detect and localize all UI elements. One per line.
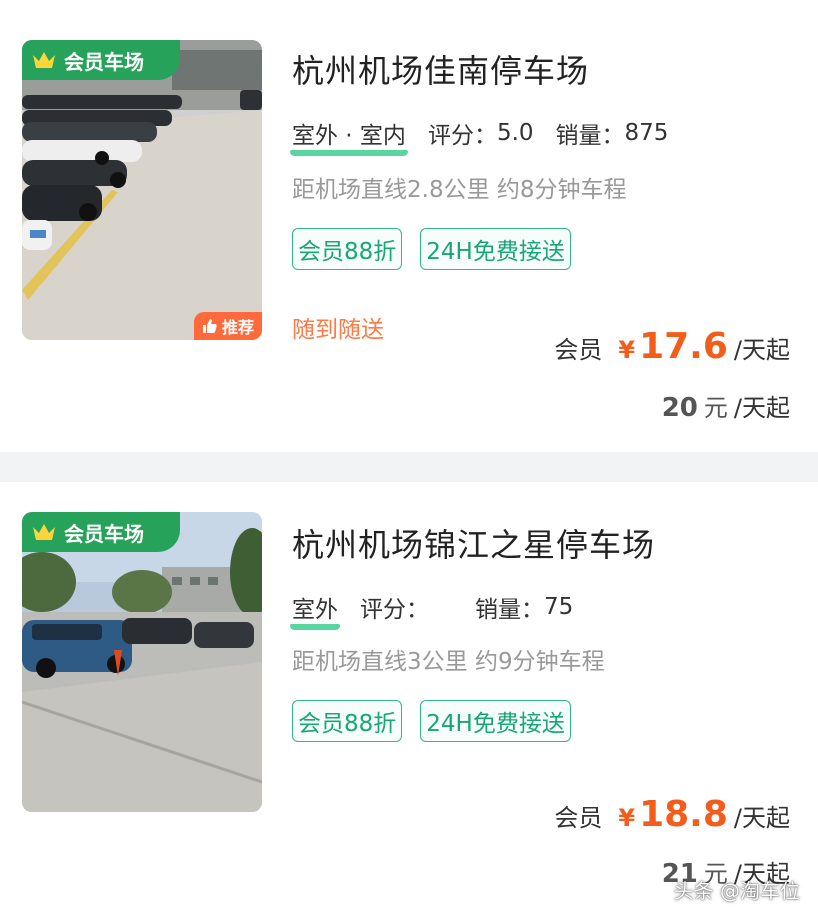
location-underline bbox=[290, 150, 408, 156]
member-lot-badge: 会员车场 bbox=[22, 40, 180, 80]
location-underline bbox=[290, 624, 340, 630]
crown-icon bbox=[32, 50, 56, 70]
location-type-label: 室外 · 室内 bbox=[292, 123, 406, 149]
parking-lot-title[interactable]: 杭州机场佳南停车场 bbox=[292, 46, 589, 92]
rating-label: 评分： bbox=[360, 597, 429, 623]
member-price-value: 17.6 bbox=[639, 326, 728, 367]
sales-value: 875 bbox=[624, 120, 669, 146]
rating-label: 评分： bbox=[427, 123, 497, 149]
parking-lot-meta: 室外 · 室内 评分： 5.0 销量： 875 bbox=[290, 116, 669, 156]
feature-tags: 会员88折 24H免费接送 bbox=[292, 700, 571, 742]
indoor-garage-photo bbox=[22, 40, 262, 340]
parking-lot-photo[interactable]: 会员车场 bbox=[22, 512, 262, 812]
recommend-badge: 推荐 bbox=[193, 312, 262, 340]
location-type: 室外 · 室内 bbox=[290, 116, 408, 156]
parking-lot-card[interactable]: 会员车场 推荐 杭州机场佳南停车场 室外 · 室内 评分： 5.0 销量： 87… bbox=[0, 0, 818, 452]
member-discount-tag: 会员88折 bbox=[292, 700, 403, 742]
rating-value: 5.0 bbox=[496, 120, 534, 146]
sales-label: 销量： bbox=[555, 123, 625, 149]
delivery-note: 随到随送 bbox=[292, 317, 384, 343]
parking-lot-title[interactable]: 杭州机场锦江之星停车场 bbox=[292, 520, 655, 566]
member-price: 会员 ¥ 18.8 /天起 bbox=[554, 794, 790, 835]
feature-tags: 会员88折 24H免费接送 bbox=[292, 228, 571, 270]
price-unit: /天起 bbox=[733, 804, 790, 832]
member-price-label: 会员 bbox=[554, 804, 603, 832]
sales-label: 销量： bbox=[475, 597, 544, 623]
standard-price: 20 元 /天起 bbox=[662, 388, 790, 423]
watermark: 头条 @淘车位 bbox=[673, 879, 800, 903]
member-price: 会员 ¥ 17.6 /天起 bbox=[554, 326, 790, 367]
parking-lot-photo[interactable]: 会员车场 推荐 bbox=[22, 40, 262, 340]
currency-symbol: ¥ bbox=[618, 336, 636, 364]
standard-price-unit: /天起 bbox=[733, 394, 790, 422]
sales-value: 75 bbox=[544, 594, 574, 620]
crown-icon bbox=[32, 522, 56, 542]
parking-lot-meta: 室外 评分： 销量： 75 bbox=[290, 590, 574, 630]
outdoor-lot-photo bbox=[22, 512, 262, 812]
currency-symbol: ¥ bbox=[618, 804, 636, 832]
member-lot-badge: 会员车场 bbox=[22, 512, 180, 552]
distance-info: 距机场直线2.8公里 约8分钟车程 bbox=[292, 177, 627, 203]
standard-price-value: 20 bbox=[661, 393, 698, 423]
member-discount-tag: 会员88折 bbox=[292, 228, 403, 270]
location-type-label: 室外 bbox=[292, 597, 338, 623]
member-price-label: 会员 bbox=[554, 336, 603, 364]
member-lot-label: 会员车场 bbox=[64, 521, 144, 546]
price-unit: /天起 bbox=[733, 336, 790, 364]
member-price-value: 18.8 bbox=[639, 794, 728, 835]
standard-price-currency: 元 bbox=[703, 394, 728, 422]
free-shuttle-tag: 24H免费接送 bbox=[420, 228, 571, 270]
thumbs-up-icon bbox=[202, 318, 218, 334]
parking-lot-card[interactable]: 会员车场 杭州机场锦江之星停车场 室外 评分： 销量： 75 距机场直线3公里 … bbox=[0, 482, 818, 918]
distance-info: 距机场直线3公里 约9分钟车程 bbox=[292, 649, 605, 675]
member-lot-label: 会员车场 bbox=[64, 49, 144, 74]
recommend-label: 推荐 bbox=[221, 318, 254, 337]
location-type: 室外 bbox=[290, 590, 340, 630]
free-shuttle-tag: 24H免费接送 bbox=[420, 700, 571, 742]
